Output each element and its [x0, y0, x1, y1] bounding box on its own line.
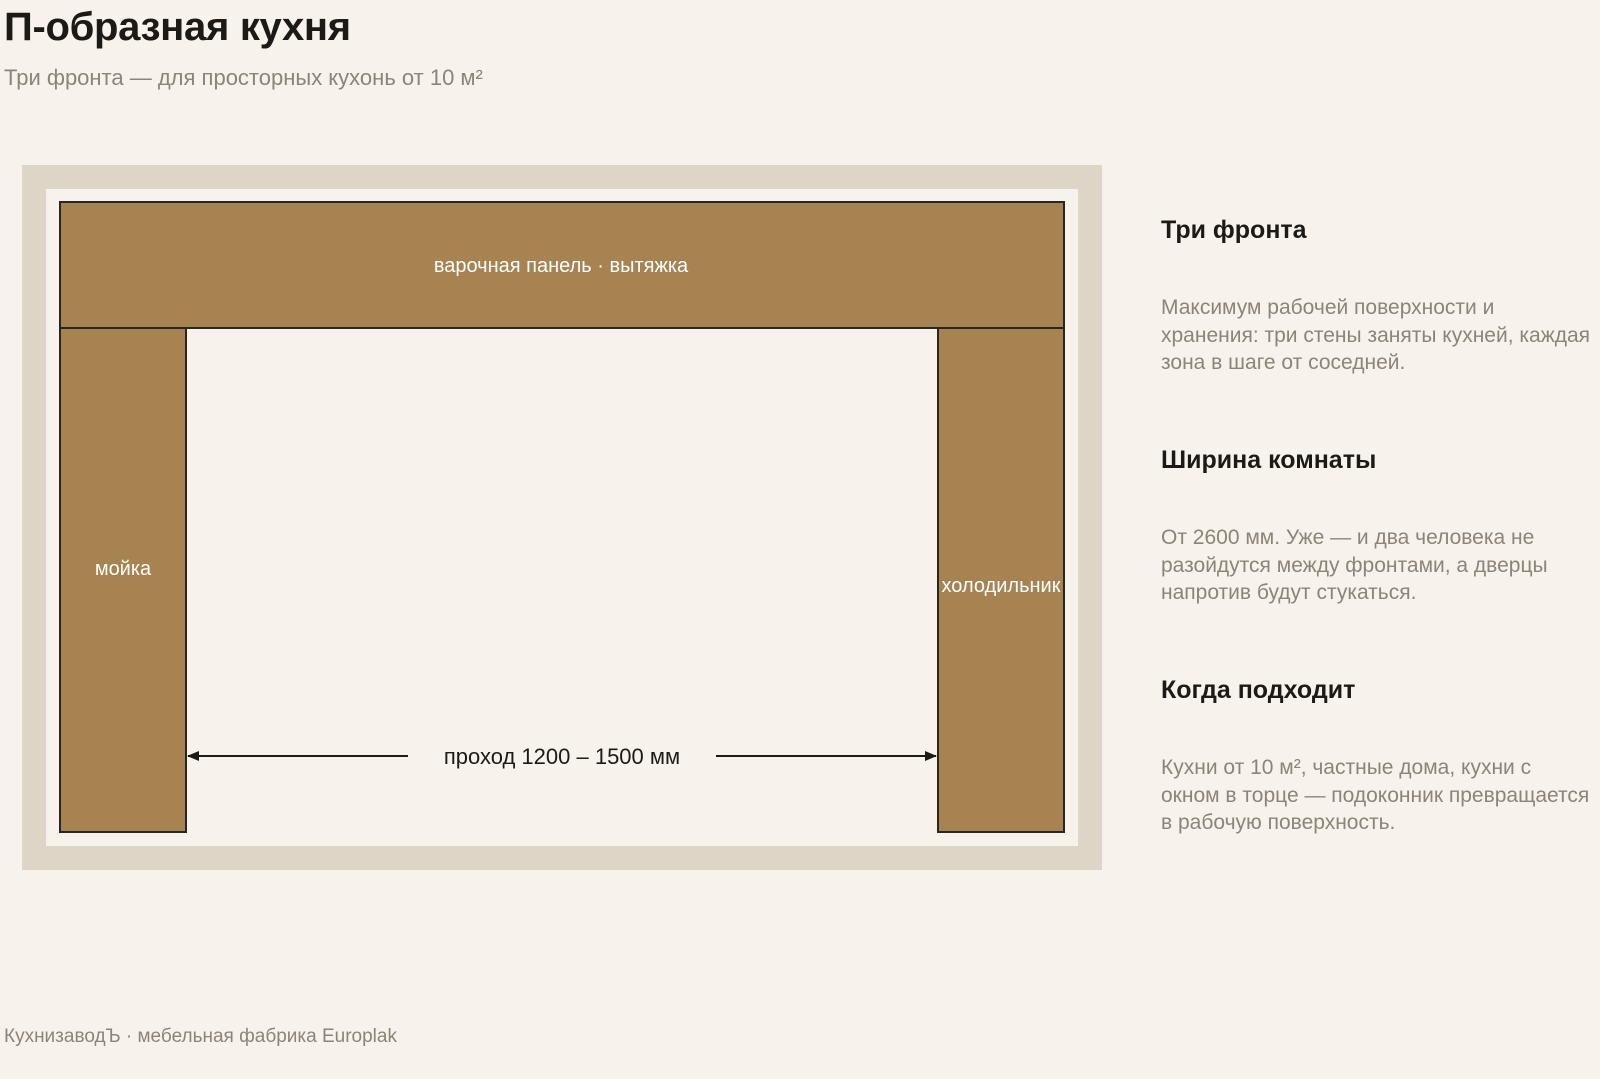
info-text-room-width: От 2600 мм. Уже — и два человека не разо… — [1161, 526, 1548, 604]
left-counter-label: мойка — [95, 558, 152, 580]
right-counter-label: холодильник — [942, 575, 1061, 597]
info-text-fronts: Максимум рабочей поверхности и хранения:… — [1161, 296, 1591, 374]
aisle-width-label: проход 1200 – 1500 мм — [444, 744, 680, 769]
info-heading-room-width: Ширина комнаты — [1161, 446, 1377, 474]
top-counter-label: варочная панель · вытяжка — [434, 255, 689, 277]
info-text-when-suitable: Кухни от 10 м², частные дома, кухни с ок… — [1161, 756, 1590, 834]
info-heading-fronts: Три фронта — [1161, 216, 1307, 244]
info-heading-when-suitable: Когда подходит — [1161, 676, 1356, 704]
footer-credit: КухнизаводЪ · мебельная фабрика Europlak — [4, 1026, 397, 1047]
kitchen-floor-plan: варочная панель · вытяжка мойка холодиль… — [22, 165, 1102, 870]
